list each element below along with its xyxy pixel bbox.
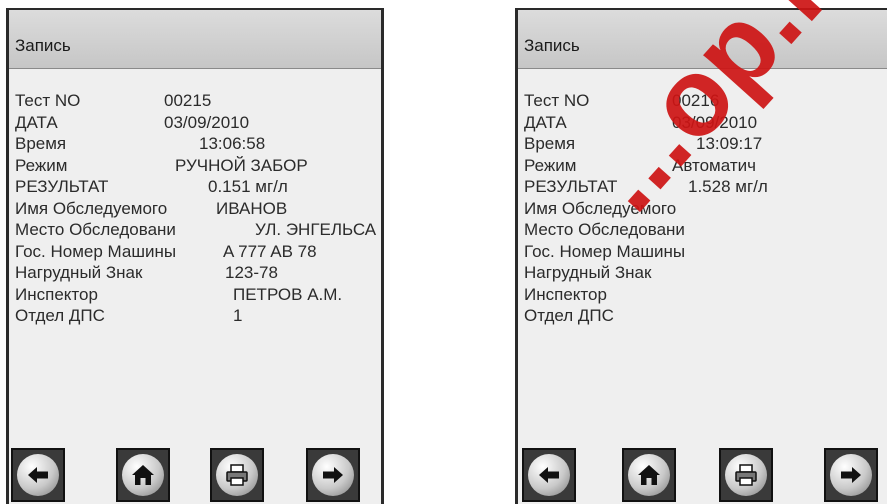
- print-button[interactable]: [210, 448, 264, 502]
- device-screen-record-00215: Запись Тест NO 00215 ДАТА 03/09/2010 Время…: [6, 8, 384, 504]
- field-plate-number: Гос. Номер Машины: [524, 241, 887, 263]
- field-date: ДАТА 03/09/2010: [15, 112, 381, 134]
- back-button[interactable]: [522, 448, 576, 502]
- field-dps-unit: Отдел ДПС 1: [15, 305, 381, 327]
- field-value: 03/09/2010: [164, 112, 250, 132]
- field-value: ИВАНОВ: [216, 198, 288, 218]
- field-label: ДАТА: [524, 112, 567, 132]
- field-label: Тест NO: [524, 91, 590, 110]
- field-result: РЕЗУЛЬТАТ 1.528 мг/л: [524, 176, 887, 198]
- home-icon: [638, 465, 660, 485]
- toolbar: [518, 438, 887, 504]
- field-label: Гос. Номер Машины: [524, 241, 686, 261]
- print-button[interactable]: [719, 448, 773, 502]
- field-value: 00215: [164, 91, 212, 110]
- screen-title: Запись: [524, 36, 580, 55]
- field-value: 123-78: [225, 263, 278, 282]
- field-value: ПЕТРОВ А.М.: [233, 284, 343, 304]
- field-plate-number: Гос. Номер Машины A 777 AB 78: [15, 241, 381, 263]
- field-label: ДАТА: [15, 112, 58, 132]
- field-inspector: Инспектор ПЕТРОВ А.М.: [15, 284, 381, 306]
- field-label: Гос. Номер Машины: [15, 241, 177, 261]
- field-label: Инспектор: [524, 284, 607, 304]
- field-label: Отдел ДПС: [524, 306, 614, 325]
- field-label: Тест NO: [15, 91, 81, 110]
- field-badge: Нагрудный Знак: [524, 262, 887, 284]
- back-button[interactable]: [11, 448, 65, 502]
- printer-icon: [735, 464, 757, 486]
- field-test-no: Тест NO 00215: [15, 90, 381, 112]
- field-label: РЕЗУЛЬТАТ: [15, 177, 109, 196]
- field-value: A 777 AB 78: [223, 241, 317, 261]
- field-dps-unit: Отдел ДПС: [524, 305, 887, 327]
- field-label: Нагрудный Знак: [524, 263, 652, 282]
- arrow-right-icon: [841, 467, 861, 483]
- field-label: Место Обследовани: [15, 220, 176, 239]
- field-value: РУЧНОЙ ЗАБОР: [175, 155, 308, 175]
- toolbar: [9, 438, 381, 504]
- field-label: Время: [15, 134, 67, 153]
- field-badge: Нагрудный Знак 123-78: [15, 262, 381, 284]
- field-label: Нагрудный Знак: [15, 263, 143, 282]
- arrow-left-icon: [539, 467, 559, 483]
- record-fields: Тест NO 00215 ДАТА 03/09/2010 Время 13:06:5…: [15, 90, 381, 327]
- printer-icon: [226, 464, 248, 486]
- title-bar: Запись: [9, 10, 381, 69]
- field-result: РЕЗУЛЬТАТ 0.151 мг/л: [15, 176, 381, 198]
- field-inspector: Инспектор: [524, 284, 887, 306]
- field-location: Место Обследовани УЛ. ЭНГЕЛЬСА: [15, 219, 381, 241]
- field-label: Инспектор: [15, 284, 98, 304]
- field-value: УЛ. ЭНГЕЛЬСА: [255, 220, 377, 239]
- field-value: 13:06:58: [199, 134, 266, 153]
- field-label: Отдел ДПС: [15, 306, 105, 325]
- field-subject-name: Имя Обследуемого: [524, 198, 887, 220]
- arrow-left-icon: [28, 467, 48, 483]
- forward-button[interactable]: [306, 448, 360, 502]
- arrow-right-icon: [323, 467, 343, 483]
- home-button[interactable]: [622, 448, 676, 502]
- field-location: Место Обследовани: [524, 219, 887, 241]
- field-label: Имя Обследуемого: [15, 198, 168, 218]
- forward-button[interactable]: [824, 448, 878, 502]
- field-time: Время 13:06:58: [15, 133, 381, 155]
- screen-panel: Запись Тест NO 00215 ДАТА 03/09/2010 Время…: [9, 10, 381, 504]
- screen-title: Запись: [15, 36, 71, 55]
- home-button[interactable]: [116, 448, 170, 502]
- home-icon: [132, 465, 154, 485]
- field-label: Режим: [15, 155, 68, 175]
- field-mode: Режим РУЧНОЙ ЗАБОР: [15, 155, 381, 177]
- field-value: 0.151 мг/л: [208, 177, 288, 196]
- field-subject-name: Имя Обследуемого ИВАНОВ: [15, 198, 381, 220]
- field-value: 1: [233, 306, 243, 325]
